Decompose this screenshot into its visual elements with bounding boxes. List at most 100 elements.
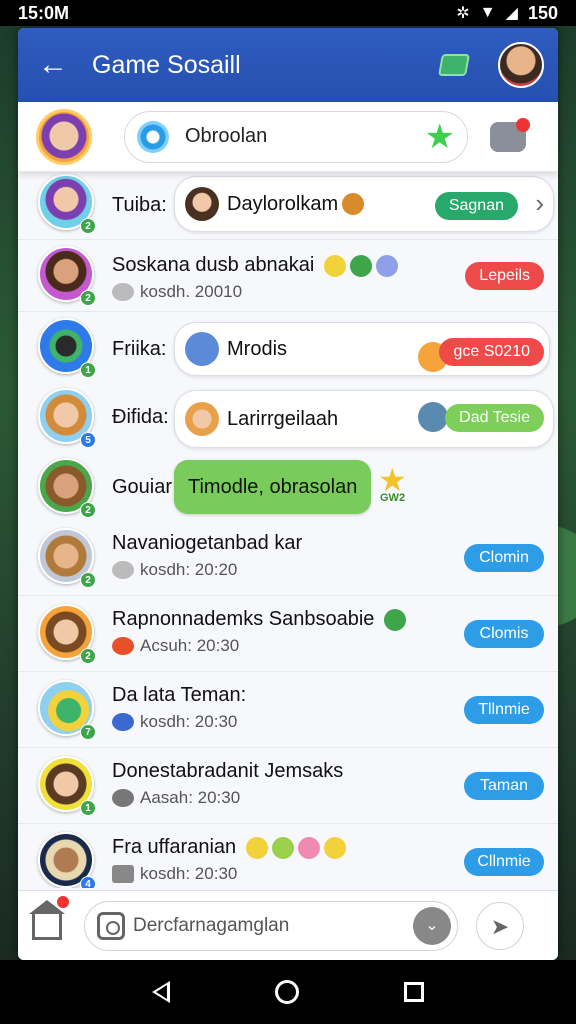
list-item[interactable]: 1 Friika: Mrodis gce S0210 <box>18 312 558 384</box>
message-input[interactable]: Dercfarnagamglan ⌄ <box>84 900 458 951</box>
bubble-avatar <box>185 332 219 366</box>
green-emoji-icon <box>349 254 372 277</box>
camera-icon[interactable] <box>97 911 125 940</box>
list-item[interactable]: 2 Tuiba: Daylorolkam Sagnan › <box>18 172 558 240</box>
system-nav-bar <box>0 960 576 1024</box>
message-placeholder: Dercfarnagamglan <box>133 914 290 936</box>
search-field[interactable]: Obroolan ★ <box>124 110 468 163</box>
last-seen: kosdh. 20010 <box>112 282 242 302</box>
contact-name-text: Fra uffaranian <box>112 836 237 858</box>
last-seen-text: kosdh: 20:20 <box>140 560 238 579</box>
contact-name: Gouiar <box>112 476 173 498</box>
battery-level: 150 <box>527 2 558 23</box>
character-emoji-icon <box>342 193 365 215</box>
smile-emoji-icon <box>245 836 268 859</box>
level-badge: 2 <box>80 290 96 306</box>
status-bar: 15:0M ✲ ▼ ◢ 150 <box>0 0 576 26</box>
nav-home-icon[interactable] <box>274 980 299 1004</box>
person-icon <box>112 713 134 731</box>
header-card: Obroolan ★ <box>18 102 558 172</box>
level-badge: 1 <box>80 800 96 816</box>
nav-back-icon[interactable] <box>152 981 171 1003</box>
list-item[interactable]: 1 Donestabradanit Jemsaks Aasah: 20:30 T… <box>18 748 558 824</box>
bubble-avatar <box>185 402 219 436</box>
contact-name: Friika: <box>112 338 167 360</box>
list-item[interactable]: 2 Soskana dusb abnakai kosdh. 20010 Lepe… <box>18 240 558 312</box>
notification-icon[interactable] <box>490 117 530 152</box>
status-badge[interactable]: Dad Tesie <box>445 404 544 432</box>
contact-name-text: Soskana dusb abnakai <box>112 254 315 276</box>
chat-panel: ← Game Sosaill Obroolan ★ 2 Tuiba: Daylo… <box>18 28 558 960</box>
status-time: 15:0M <box>18 2 70 23</box>
last-seen-text: kosdh: 20:30 <box>140 864 238 883</box>
character-icon <box>112 637 134 655</box>
contact-name: Soskana dusb abnakai <box>112 254 398 277</box>
tag-label: GW2 <box>380 492 406 504</box>
home-icon[interactable] <box>29 895 69 940</box>
list-item[interactable]: 5 Đifida: Larirrgeilaah Dad Tesie <box>18 384 558 452</box>
app-bar: ← Game Sosaill <box>18 28 558 102</box>
chevron-down-icon[interactable]: ⌄ <box>413 906 451 945</box>
document-icon <box>112 865 134 883</box>
status-icons: ✲ ▼ ◢ 150 <box>456 3 558 24</box>
chat-list: 2 Tuiba: Daylorolkam Sagnan › 2 Soskana … <box>18 172 558 888</box>
status-badge[interactable]: Sagnan <box>434 192 518 220</box>
last-seen-text: Acsuh: 20:30 <box>140 636 240 655</box>
gear-icon[interactable] <box>137 120 169 153</box>
list-item[interactable]: 2 Gouiar Timodle, obrasolan ★ GW2 <box>18 452 558 520</box>
status-badge[interactable]: Clomis <box>464 620 544 648</box>
search-text: Obroolan <box>185 125 268 147</box>
bubble-avatar <box>185 187 219 221</box>
status-badge[interactable]: Cllnmie <box>464 848 544 876</box>
level-badge: 2 <box>80 502 96 518</box>
level-badge: 1 <box>80 362 96 378</box>
contact-name: Đifida: <box>112 406 169 428</box>
status-badge[interactable]: gce S0210 <box>439 338 544 366</box>
frog-emoji-icon <box>271 836 294 859</box>
last-seen-text: kosdh: 20:30 <box>140 712 238 731</box>
people-icon <box>112 283 134 301</box>
chevron-right-icon[interactable]: › <box>535 188 544 219</box>
contact-name: Navaniogetanbad kar <box>112 532 303 554</box>
status-badge[interactable]: Clomin <box>464 544 544 572</box>
list-item[interactable]: 4 Fra uffaranian kosdh: 20:30 Cllnmie <box>18 824 558 888</box>
last-seen: kosdh: 20:20 <box>112 560 237 580</box>
status-badge[interactable]: Lepeils <box>465 262 544 290</box>
last-seen: kosdh: 20:30 <box>112 712 237 732</box>
last-seen: Aasah: 20:30 <box>112 788 240 808</box>
list-item[interactable]: 2 Rapnonnademks Sanbsoabie Acsuh: 20:30 … <box>18 596 558 672</box>
contact-name: Rapnonnademks Sanbsoabie <box>112 608 406 631</box>
my-avatar[interactable] <box>36 108 92 165</box>
status-badge[interactable]: Taman <box>464 772 544 800</box>
star-icon[interactable]: ★ <box>425 120 455 154</box>
message-composer: Dercfarnagamglan ⌄ ➤ <box>18 890 558 960</box>
wink-emoji-icon <box>323 836 346 859</box>
level-badge: 7 <box>80 724 96 740</box>
level-badge: 2 <box>80 648 96 664</box>
profile-avatar[interactable] <box>498 42 544 88</box>
level-badge: 2 <box>80 572 96 588</box>
status-badge[interactable]: Tllnmie <box>464 696 544 724</box>
last-seen: Acsuh: 20:30 <box>112 636 239 656</box>
highlighted-message[interactable]: Timodle, obrasolan <box>174 460 372 514</box>
map-icon[interactable] <box>438 54 470 76</box>
contact-name: Fra uffaranian <box>112 836 346 859</box>
list-item[interactable]: 7 Da lata Teman: kosdh: 20:30 Tllnmie <box>18 672 558 748</box>
character-emoji-icon <box>418 402 448 432</box>
level-badge: 5 <box>80 432 96 448</box>
wifi-icon: ▼ <box>479 4 496 21</box>
send-button[interactable]: ➤ <box>476 901 524 950</box>
list-item[interactable]: 2 Navaniogetanbad kar kosdh: 20:20 Clomi… <box>18 520 558 596</box>
contact-name: Donestabradanit Jemsaks <box>112 760 344 782</box>
back-arrow-icon[interactable]: ← <box>38 48 78 82</box>
contact-name: Tuiba: <box>112 194 167 216</box>
bubble-text: Larirrgeilaah <box>227 407 339 430</box>
nav-recents-icon[interactable] <box>403 982 424 1002</box>
people-icon <box>112 561 134 579</box>
home-notification-dot <box>57 895 69 908</box>
pink-emoji-icon <box>297 836 320 859</box>
smile-emoji-icon <box>323 254 346 277</box>
last-seen-text: kosdh. 20010 <box>140 282 243 301</box>
last-seen-text: Aasah: 20:30 <box>140 788 241 807</box>
app-title: Game Sosaill <box>92 50 241 79</box>
